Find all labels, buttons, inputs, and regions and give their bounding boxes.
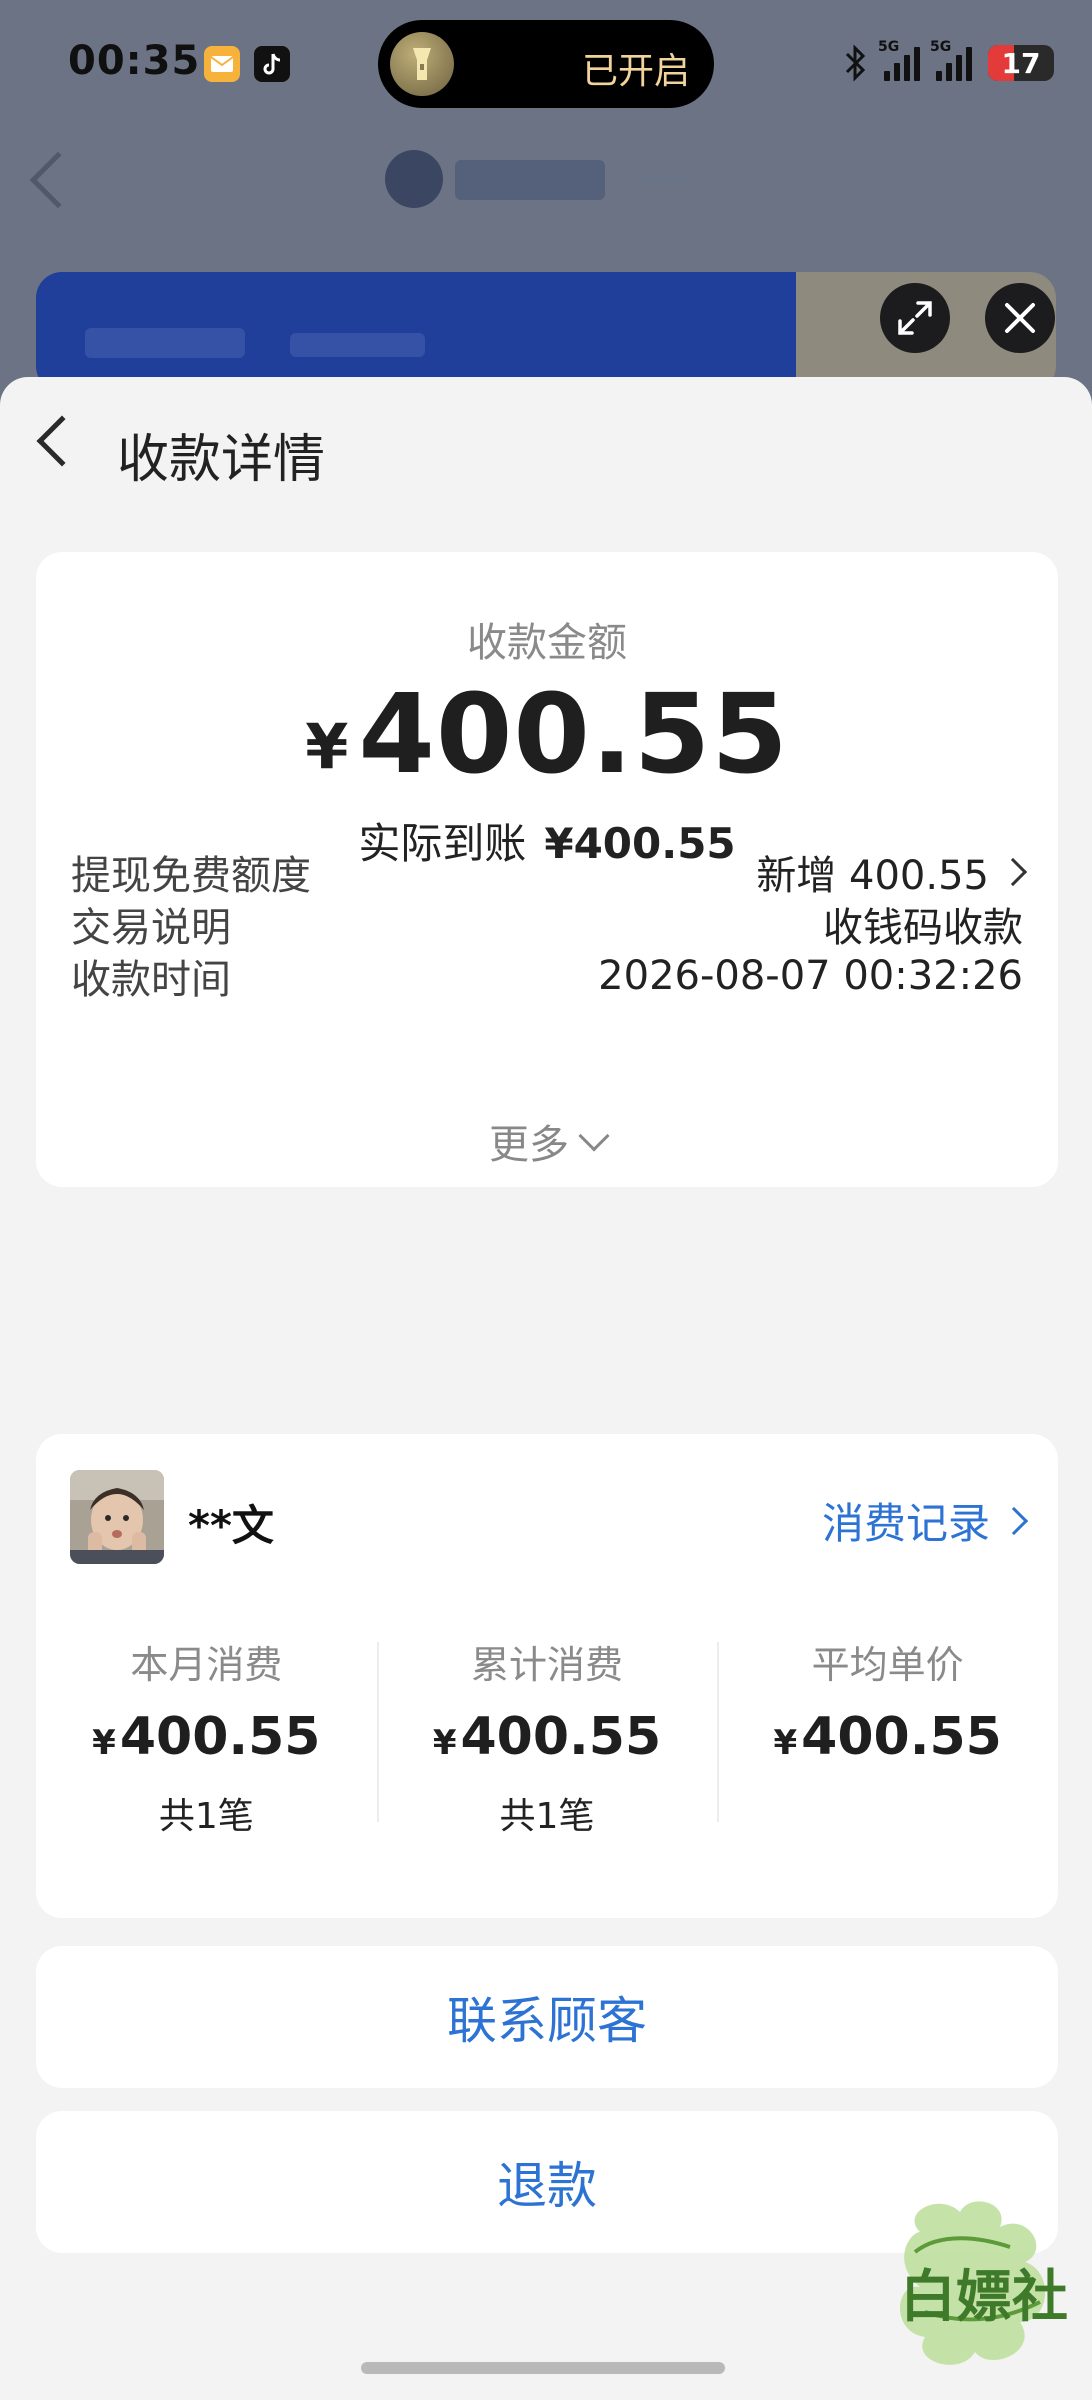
detail-value: 新增 400.55 (756, 853, 989, 899)
contact-customer-button[interactable]: 联系顾客 (36, 1946, 1058, 2088)
avatar (70, 1470, 164, 1564)
background-brand-detail (640, 176, 690, 186)
cellular-signal-icon: 5G (878, 39, 920, 81)
detail-label: 收款时间 (71, 957, 231, 1003)
background-banner-text (85, 328, 245, 358)
chevron-right-icon (999, 1506, 1029, 1535)
stat-value: ¥400.55 (432, 1707, 662, 1767)
currency-symbol: ¥ (305, 710, 349, 783)
detail-value: 2026-08-07 00:32:26 (598, 953, 1023, 999)
back-icon[interactable] (36, 415, 88, 467)
sheet-header: 收款详情 (0, 377, 1092, 517)
stat-count: 共1笔 (499, 1796, 595, 1837)
detail-label: 提现免费额度 (71, 853, 311, 899)
detail-label: 交易说明 (71, 905, 231, 951)
background-banner-text (290, 333, 425, 357)
watermark-text: 白嫖社 (900, 2264, 1068, 2330)
amount-number: 400.55 (358, 670, 789, 798)
detail-row-description: 交易说明 收钱码收款 (71, 894, 1023, 954)
stat-count: 共1笔 (158, 1796, 254, 1837)
watermark-logo: 白嫖社 (880, 2192, 1080, 2382)
background-brand (455, 160, 605, 200)
chevron-right-icon (998, 857, 1028, 887)
detail-value: 收钱码收款 (823, 905, 1023, 951)
chevron-down-icon (578, 1120, 610, 1152)
customer-name: **文 (188, 1501, 274, 1550)
payment-detail-sheet: 收款详情 收款金额 ¥400.55 实际到账 ¥400.55 提现免费额度 新增 … (0, 377, 1092, 2400)
close-button[interactable] (985, 283, 1055, 353)
stat-label: 累计消费 (471, 1643, 624, 1687)
amount-card: 收款金额 ¥400.55 实际到账 ¥400.55 提现免费额度 新增 400.5… (36, 552, 1058, 1187)
expand-icon (898, 301, 932, 335)
expand-button[interactable] (880, 283, 950, 353)
live-activity-pill[interactable]: 已开启 (378, 20, 714, 108)
more-toggle[interactable]: 更多 (36, 1112, 1058, 1170)
flashlight-status: 已开启 (581, 51, 690, 92)
stat-label: 本月消费 (130, 1643, 283, 1687)
customer-card: **文 消费记录 本月消费 ¥400.55 共1笔 累计消费 ¥400.55 共… (36, 1434, 1058, 1918)
home-indicator[interactable] (361, 2362, 725, 2374)
stat-month: 本月消费 ¥400.55 共1笔 (36, 1634, 377, 1837)
background-logo (385, 150, 443, 208)
tiktok-notification-icon (254, 46, 290, 82)
amount-value: ¥400.55 (36, 670, 1058, 798)
bluetooth-icon (845, 44, 866, 82)
stat-average: 平均单价 ¥400.55 (717, 1634, 1058, 1824)
stat-total: 累计消费 ¥400.55 共1笔 (376, 1634, 718, 1837)
battery-icon: 17 (988, 45, 1054, 81)
customer-stats: 本月消费 ¥400.55 共1笔 累计消费 ¥400.55 共1笔 平均单价 ¥… (36, 1634, 1058, 1837)
cellular-signal-icon: 5G (930, 39, 972, 81)
background-back-icon (29, 151, 87, 209)
more-label: 更多 (489, 1122, 569, 1168)
close-icon (1005, 303, 1035, 333)
clock: 00:35 (68, 38, 201, 84)
purchase-history-link[interactable]: 消费记录 (821, 1490, 1029, 1551)
status-icons: 5G 5G 17 (842, 39, 1054, 86)
stat-label: 平均单价 (811, 1643, 964, 1687)
battery-level: 17 (1001, 46, 1041, 80)
status-bar: 00:35 已开启 5G 5G 17 (0, 0, 1092, 130)
purchase-history-label: 消费记录 (821, 1499, 990, 1548)
stat-value: ¥400.55 (92, 1707, 321, 1767)
amount-label: 收款金额 (467, 620, 627, 666)
stat-value: ¥400.55 (773, 1707, 1002, 1767)
page-title: 收款详情 (117, 430, 326, 490)
detail-row-time: 收款时间 2026-08-07 00:32:26 (71, 946, 1023, 1006)
flashlight-icon (390, 32, 454, 96)
mail-notification-icon (204, 46, 240, 82)
detail-row-quota[interactable]: 提现免费额度 新增 400.55 (71, 842, 1028, 902)
